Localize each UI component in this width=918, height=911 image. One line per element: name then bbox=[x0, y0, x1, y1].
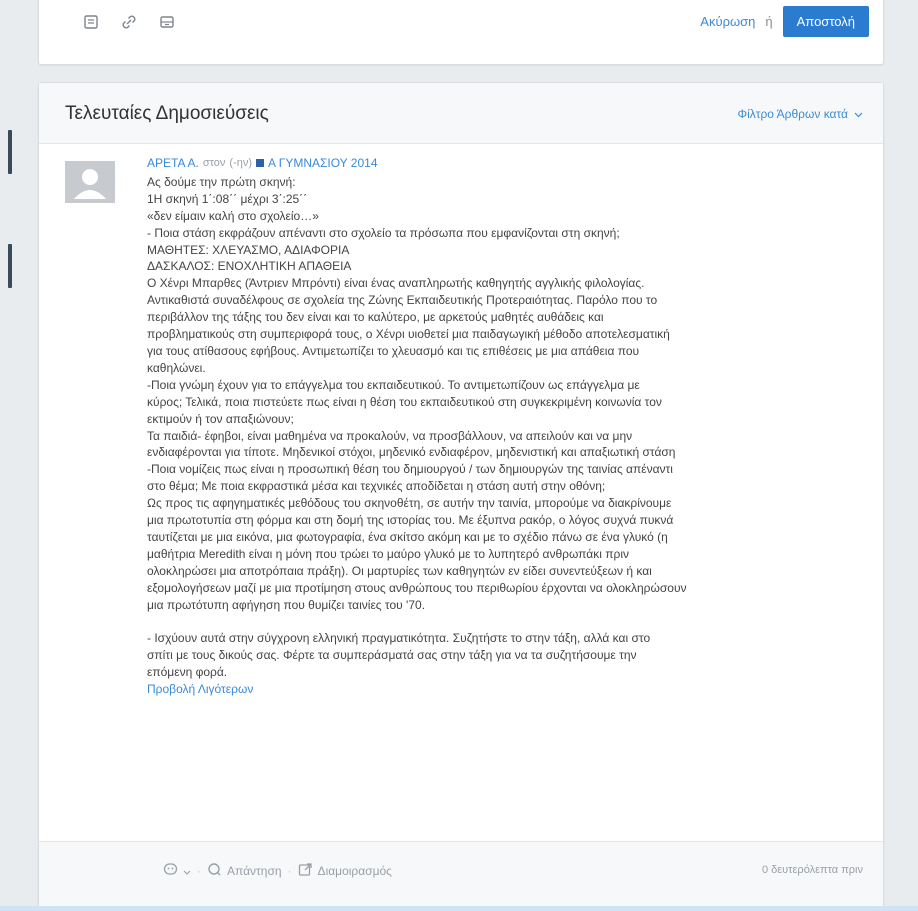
footer-actions: · Απάντηση · Διαμοιρασμός bbox=[163, 862, 392, 880]
post-line: εκτιμούν ή τον απαξιώνουν; bbox=[147, 411, 294, 426]
post-line: 1Η σκηνή 1΄:08΄΄ μέχρι 3΄:25΄΄ bbox=[147, 191, 308, 206]
post-line: σπίτι με τους δικούς σας. Φέρτε τα συμπε… bbox=[147, 648, 637, 663]
post-line: στο θέμα; Με ποια εκφραστικά μέσα και τε… bbox=[147, 479, 606, 494]
separator-dot: · bbox=[287, 864, 292, 878]
composer-actions: Ακύρωση ή Αποστολή bbox=[700, 6, 869, 37]
post-line: Αντικαθιστά συναδέλφους σε σχολεία της Ζ… bbox=[147, 293, 658, 308]
post-line: επόμενη φορά. bbox=[147, 665, 228, 680]
post-line: μια πρωτοτυπία στη φόρμα και στη δομή τη… bbox=[147, 513, 674, 528]
context-word: στον bbox=[202, 157, 226, 169]
posts-header: Τελευταίες Δημοσιεύσεις Φίλτρο Άρθρων κα… bbox=[39, 83, 883, 144]
post-line: -Ποια νομίζεις πως είναι η προσωπική θέσ… bbox=[147, 462, 673, 477]
post-line: εξομολογήσεων μαζί με μια προτίμηση στου… bbox=[147, 580, 687, 595]
post-line: περιβάλλον της τάξης του δεν είναι και τ… bbox=[147, 310, 604, 325]
send-button[interactable]: Αποστολή bbox=[782, 6, 869, 37]
post-line: Ως προς τις αφηγηματικές μεθόδους του σκ… bbox=[147, 496, 672, 511]
post-line: προβληματικούς στη συμπεριφορά τους, ο Χ… bbox=[147, 327, 670, 342]
filter-dropdown[interactable]: Φίλτρο Άρθρων κατά bbox=[738, 107, 864, 121]
filter-label: Φίλτρο Άρθρων κατά bbox=[737, 107, 849, 121]
emoji-icon bbox=[163, 862, 178, 880]
attachment-icon[interactable] bbox=[157, 12, 177, 32]
post-meta: ΑΡΕΤΑ Α. στον (-ην) Α ΓΥΜΝΑΣΙΟΥ 2014 bbox=[147, 155, 863, 172]
post-body: ΑΡΕΤΑ Α. στον (-ην) Α ΓΥΜΝΑΣΙΟΥ 2014 Ας … bbox=[147, 155, 863, 698]
post-line: - Ποια στάση εκφράζουν απέναντι στο σχολ… bbox=[147, 225, 620, 240]
post-line: Ας δούμε την πρώτη σκηνή: bbox=[147, 174, 296, 189]
chevron-down-icon bbox=[183, 864, 191, 878]
post-line: ολοκληρώσει μια αποτρόπαια πράξη). Οι μα… bbox=[147, 563, 652, 578]
post-line: ΜΑΘΗΤΕΣ: ΧΛΕΥΑΣΜΟ, ΑΔΙΑΦΟΡΙΑ bbox=[147, 242, 350, 257]
post-line: κύρος; Τελικά, ποια πιστεύετε πως είναι … bbox=[147, 394, 662, 409]
panel-title: Τελευταίες Δημοσιεύσεις bbox=[65, 103, 269, 124]
post-line: Τα παιδιά- έφηβοι, είναι μαθημένα να προ… bbox=[147, 428, 633, 443]
share-button[interactable]: Διαμοιρασμός bbox=[298, 862, 392, 880]
or-separator: ή bbox=[765, 14, 773, 29]
post-line: -Ποια γνώμη έχουν για το επάγγελμα του ε… bbox=[147, 377, 640, 392]
post-line: μια πρωτότυπη αφήγηση που θυμίζει ταινίε… bbox=[147, 597, 426, 612]
composer-toolbar bbox=[81, 12, 177, 32]
group-color-icon bbox=[256, 159, 265, 168]
post-composer: Ακύρωση ή Αποστολή bbox=[38, 0, 884, 65]
reply-icon bbox=[207, 862, 222, 880]
reply-label: Απάντηση bbox=[227, 864, 282, 878]
avatar[interactable] bbox=[65, 161, 115, 203]
separator-dot: · bbox=[197, 864, 201, 878]
read-less-link[interactable]: Προβολή Λιγότερων bbox=[147, 681, 863, 698]
link-icon[interactable] bbox=[119, 12, 139, 32]
bottom-strip bbox=[0, 906, 918, 911]
post-line: για τους ατίθασους εφήβους. Αντιμετωπίζε… bbox=[147, 343, 640, 358]
share-icon bbox=[298, 862, 313, 880]
chevron-down-icon bbox=[854, 107, 863, 121]
post-timestamp: 0 δευτερόλεπτα πριν bbox=[761, 864, 863, 876]
reply-button[interactable]: Απάντηση bbox=[207, 862, 282, 880]
post-line: ΔΑΣΚΑΛΟΣ: ΕΝΟΧΛΗΤΙΚΗ ΑΠΑΘΕΙΑ bbox=[147, 259, 352, 274]
left-rail bbox=[0, 0, 16, 380]
latest-posts-panel: Τελευταίες Δημοσιεύσεις Φίλτρο Άρθρων κα… bbox=[38, 82, 884, 910]
post-line: ενδιαφέρονται για τίποτε. Μηδενικοί στόχ… bbox=[147, 445, 676, 460]
post-line: «δεν είμαιν καλή στο σχολείο…» bbox=[147, 208, 319, 223]
post-footer: · Απάντηση · Διαμοιρασμός 0 δευτερόλεπτα… bbox=[39, 841, 883, 908]
post-line: μαθήτρια Meredith είναι η μόνη που τρώει… bbox=[147, 546, 629, 561]
note-icon[interactable] bbox=[81, 12, 101, 32]
post-line: Ο Χένρι Μπαρθες (Άντριεν Μπρόντι) είναι … bbox=[147, 276, 645, 291]
group-link[interactable]: Α ΓΥΜΝΑΣΙΟΥ 2014 bbox=[268, 155, 377, 172]
rail-marker bbox=[8, 130, 12, 174]
rail-marker bbox=[8, 244, 12, 288]
share-label: Διαμοιρασμός bbox=[317, 864, 392, 878]
cancel-link[interactable]: Ακύρωση bbox=[700, 14, 755, 29]
author-link[interactable]: ΑΡΕΤΑ Α. bbox=[147, 155, 199, 172]
post-line: ταυτίζεται με μια εικόνα, μια φωτογραφία… bbox=[147, 529, 668, 544]
post-line: - Ισχύουν αυτά στην σύγχρονη ελληνική πρ… bbox=[147, 631, 651, 646]
post-line: καθηλώνει. bbox=[147, 360, 206, 375]
emoji-reaction-button[interactable] bbox=[163, 862, 191, 880]
context-extra: (-ην) bbox=[229, 157, 253, 169]
